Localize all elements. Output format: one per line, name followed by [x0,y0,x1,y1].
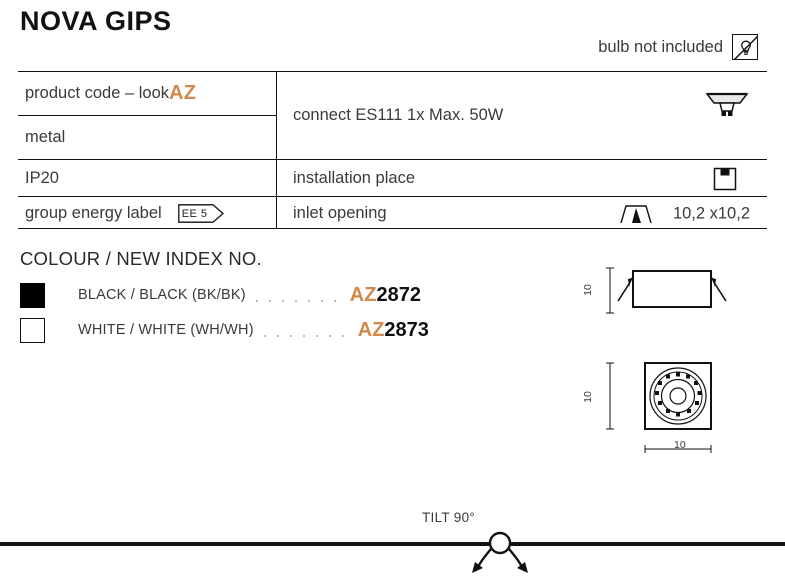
list-item: BLACK / BLACK (BK/BK) AZ2872 [20,282,421,308]
material-label: metal [25,128,66,146]
spec-table-left-column: product code – look AZ metal IP20 group … [18,72,277,228]
side-view-drawing: 10 [582,262,768,328]
product-index-number: AZ2873 [358,319,429,342]
colour-swatch-white [20,317,45,343]
product-index-prefix: AZ [357,318,385,341]
list-item: WHITE / WHITE (WH/WH) AZ2873 [20,317,429,343]
tilt-baseline [0,542,785,546]
table-row: inlet opening 10,2 x10,2 [277,197,767,230]
energy-class-badge: EE 5 [177,204,224,223]
ceiling-recessed-icon [712,166,738,192]
side-view-height-dim: 10 [581,284,594,296]
table-row: group energy label EE 5 [18,197,276,230]
product-spec-sheet: NOVA GIPS bulb not included product code… [0,0,785,576]
side-view-geometry [606,267,727,314]
table-row: IP20 [18,160,276,197]
table-row: metal [18,116,276,160]
leader-dots [263,323,350,337]
product-code-accent: AZ [169,82,197,104]
leader-dots [255,288,342,302]
product-code-label: product code – look [25,84,170,102]
colour-swatch-black [20,282,45,308]
specification-table: product code – look AZ metal IP20 group … [18,71,767,229]
product-index-digits: 2872 [376,283,421,306]
front-view-drawing: 10 10 [582,355,768,465]
product-index-number: AZ2872 [350,284,421,307]
tilt-rotation-icon [455,525,545,576]
front-view-height-dim: 10 [581,391,594,403]
table-row: installation place [277,160,767,197]
spec-table-right-column: connect ES111 1x Max. 50W installation p… [277,72,767,228]
colour-section-heading: COLOUR / NEW INDEX NO. [20,248,262,269]
table-row: connect ES111 1x Max. 50W [277,72,767,160]
connect-label: connect ES111 1x Max. 50W [293,106,504,124]
colour-name: WHITE / WHITE (WH/WH) [78,322,254,338]
product-index-digits: 2873 [384,318,429,341]
energy-label-label: group energy label [25,204,162,222]
tilt-label: TILT 90° [422,510,476,525]
colour-name: BLACK / BLACK (BK/BK) [78,287,246,303]
page-title: NOVA GIPS [20,6,172,36]
ip-rating-label: IP20 [25,168,59,187]
inlet-trapezoid-icon [619,203,653,225]
product-index-prefix: AZ [349,283,377,306]
bulb-crossed-out-icon [732,34,759,61]
table-row: product code – look AZ [18,72,276,116]
es111-lamp-icon [704,86,750,120]
inlet-opening-value: 10,2 x10,2 [672,204,750,222]
bulb-note-label: bulb not included [598,37,723,56]
bulb-not-included-note: bulb not included [598,34,759,61]
energy-class-text: EE 5 [181,207,208,220]
installation-place-label: installation place [293,168,415,187]
front-view-width-dim: 10 [674,439,686,451]
inlet-opening-label: inlet opening [293,204,387,222]
